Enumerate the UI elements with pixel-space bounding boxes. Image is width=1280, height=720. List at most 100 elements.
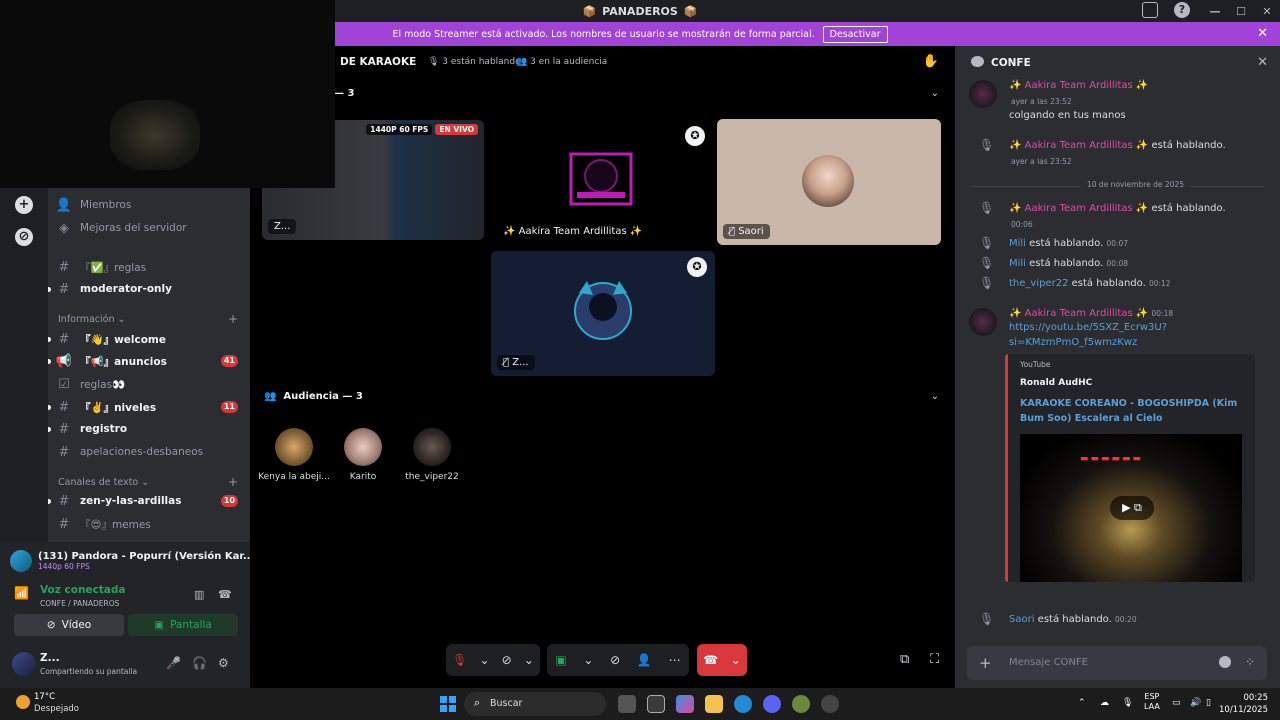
avatar[interactable] <box>12 652 36 676</box>
minimize-icon[interactable]: — <box>1202 5 1228 18</box>
message-link[interactable]: https://youtu.be/5SXZ_Ecrw3U? <box>1009 322 1167 333</box>
inbox-icon[interactable] <box>1142 2 1158 18</box>
soundboard-icon[interactable]: ▥ <box>194 588 204 601</box>
channel-zen[interactable]: # zen-y-las-ardillas 10 <box>48 490 250 512</box>
pin-icon[interactable]: ✪ <box>687 257 707 277</box>
taskbar-search[interactable]: ⌕ Buscar <box>464 692 606 716</box>
audience-member[interactable]: the_viper22 <box>394 428 470 482</box>
chevron-up-icon[interactable]: ⌃ <box>1078 698 1086 708</box>
edge-icon[interactable] <box>734 695 752 713</box>
close-icon[interactable]: ✕ <box>1257 55 1268 70</box>
video-off-icon[interactable]: ⊘ <box>502 653 512 667</box>
audience-member[interactable]: Kenya la abeji... <box>256 428 332 482</box>
embed-video-thumbnail[interactable]: ▬▬▬▬▬▬ ▶ ⧉ <box>1020 434 1242 582</box>
message-input[interactable]: + Mensaje CONFE ⁘ <box>967 646 1267 680</box>
close-window-icon[interactable]: ✕ <box>1254 5 1280 18</box>
help-icon[interactable]: ? <box>1174 2 1190 18</box>
embed-author[interactable]: Ronald AudHC <box>1020 378 1092 388</box>
channel-anuncios[interactable]: 📢 『📢』anuncios 41 <box>48 350 250 372</box>
voice-status[interactable]: Voz conectada <box>40 584 126 596</box>
volume-icon[interactable]: 🔊 <box>1190 698 1201 708</box>
author-name[interactable]: ✨ Aakira Team Ardillitas ✨ <box>1009 203 1148 214</box>
signal-icon[interactable]: 📶 <box>14 586 29 600</box>
channel-niveles[interactable]: # 『✌️』niveles 11 <box>48 396 250 418</box>
channel-reglas-2[interactable]: ☑ reglas👀 <box>48 373 250 395</box>
user-name[interactable]: Z... <box>40 652 60 664</box>
mic-control[interactable]: 🎙 ⌄ ⊘ ⌄ <box>446 644 540 676</box>
store-icon[interactable] <box>647 695 665 713</box>
author-name[interactable]: ✨ Aakira Team Ardillitas ✨ <box>1009 308 1148 319</box>
sidebar-item-boosts[interactable]: ◈ Mejoras del servidor <box>48 217 250 239</box>
avatar[interactable] <box>969 308 997 336</box>
channel-apelaciones[interactable]: # apelaciones-desbaneos <box>48 441 250 463</box>
chevron-down-icon[interactable]: ⌄ <box>479 653 489 667</box>
explore-servers-icon[interactable]: ⊘ <box>15 228 33 246</box>
play-icon[interactable]: ▶ ⧉ <box>1110 496 1154 520</box>
emoji-icon[interactable] <box>1219 656 1231 668</box>
author-name[interactable]: Mili <box>1009 258 1026 269</box>
screen-share-icon[interactable]: ▣ <box>555 653 566 667</box>
share-controls[interactable]: ▣ ⌄ ⊘ 👤 ⋯ <box>547 644 689 676</box>
battery-icon[interactable]: ▯ <box>1206 698 1211 708</box>
app-icon[interactable] <box>792 695 810 713</box>
gear-icon[interactable]: ⚙ <box>218 656 229 670</box>
audience-member[interactable]: Karito <box>325 428 401 482</box>
chevron-down-icon[interactable]: ⌄ <box>931 88 939 99</box>
avatar[interactable] <box>969 80 997 108</box>
pin-icon[interactable]: ✪ <box>685 126 705 146</box>
obs-icon[interactable] <box>821 695 839 713</box>
channel-welcome[interactable]: # 『👋』welcome <box>48 328 250 350</box>
start-button[interactable] <box>440 696 456 712</box>
popout-icon[interactable]: ⧉ <box>900 652 909 667</box>
speaker-tile[interactable]: ✪ ✨ Aakira Team Ardillitas ✨ <box>491 120 713 245</box>
chevron-down-icon[interactable]: ⌄ <box>731 653 741 667</box>
add-server-icon[interactable]: + <box>15 196 33 214</box>
disconnect-icon[interactable]: ☎ <box>218 588 232 601</box>
chevron-down-icon[interactable]: ⌄ <box>931 391 939 402</box>
message-link[interactable]: si=KMzmPmO_f5wmzKwz <box>1009 337 1137 348</box>
chevron-down-icon[interactable]: ⌄ <box>524 653 534 667</box>
apps-icon[interactable]: ⁘ <box>1245 655 1255 669</box>
author-name[interactable]: Mili <box>1009 238 1026 249</box>
stream-status[interactable]: (131) Pandora - Popurrí (Versión Kar... … <box>10 546 254 576</box>
mic-tray-icon[interactable]: 🎙 <box>1122 698 1133 708</box>
channel-memes[interactable]: # 『😍』memes <box>48 513 250 535</box>
screen-button[interactable]: ▣ Pantalla <box>128 614 238 636</box>
add-channel-icon[interactable]: + <box>228 312 238 326</box>
clock[interactable]: 00:25 10/11/2025 <box>1219 692 1268 716</box>
onedrive-icon[interactable]: ☁ <box>1100 698 1109 708</box>
deactivate-button[interactable]: Desactivar <box>822 25 888 43</box>
chevron-down-icon[interactable]: ⌄ <box>583 653 593 667</box>
copilot-icon[interactable] <box>676 695 694 713</box>
category-informacion[interactable]: Información ⌄ <box>58 314 125 325</box>
raise-hand-icon[interactable]: ✋ <box>923 54 939 69</box>
channel-moderator-only[interactable]: # moderator-only <box>48 278 250 300</box>
channel-reglas[interactable]: # 『✅』reglas <box>48 256 250 278</box>
network-icon[interactable]: ▭ <box>1172 698 1181 708</box>
sidebar-item-members[interactable]: 👤 Miembros <box>48 194 250 216</box>
move-audience-icon[interactable]: 👤 <box>637 653 652 667</box>
speaker-tile[interactable]: ✪ 🎙̸ Z... <box>491 251 715 376</box>
author-name[interactable]: Saori <box>1009 614 1034 625</box>
embed-title[interactable]: KARAOKE COREANO - BOGOSHIPDA (Kim Bum So… <box>1020 396 1246 426</box>
speaker-tile[interactable]: 🎙̸ Saori <box>717 119 941 245</box>
task-view-icon[interactable] <box>618 695 636 713</box>
author-name[interactable]: ✨ Aakira Team Ardillitas ✨ <box>1009 80 1148 91</box>
video-button[interactable]: ⊘ Vídeo <box>14 614 124 636</box>
author-name[interactable]: ✨ Aakira Team Ardillitas ✨ <box>1009 140 1148 151</box>
file-explorer-icon[interactable] <box>705 695 723 713</box>
voice-location[interactable]: CONFE / PANADEROS <box>40 599 119 608</box>
close-banner-icon[interactable]: ✕ <box>1257 26 1268 41</box>
add-channel-icon[interactable]: + <box>228 475 238 489</box>
more-icon[interactable]: ⋯ <box>669 653 681 667</box>
headphones-icon[interactable]: 🎧 <box>192 656 207 670</box>
speaker-off-icon[interactable]: ⊘ <box>610 653 620 667</box>
language-indicator[interactable]: ESP LAA <box>1144 692 1160 712</box>
channel-registro[interactable]: # registro <box>48 418 250 440</box>
mic-muted-icon[interactable]: 🎤 <box>166 656 181 670</box>
discord-icon[interactable] <box>763 695 781 713</box>
mic-muted-icon[interactable]: 🎙 <box>452 653 467 667</box>
fullscreen-icon[interactable]: ⛶ <box>930 652 939 667</box>
hangup-button[interactable]: ☎ ⌄ <box>697 644 747 676</box>
author-name[interactable]: the_viper22 <box>1009 278 1068 289</box>
